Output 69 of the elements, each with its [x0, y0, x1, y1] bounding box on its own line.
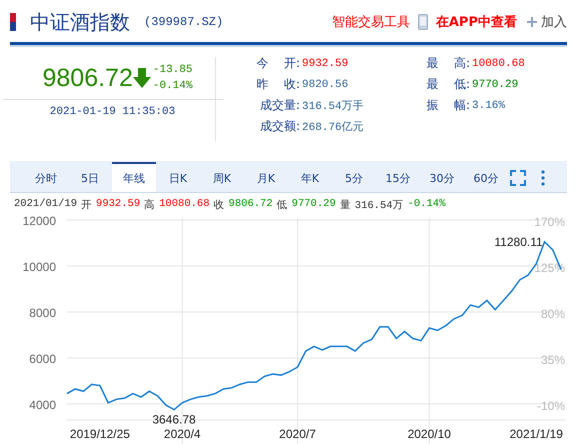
- more-icon[interactable]: [540, 170, 546, 186]
- period-tab[interactable]: 分时: [24, 164, 68, 192]
- stat-value: 9770.29: [472, 78, 518, 90]
- add-link[interactable]: 加入: [541, 13, 567, 31]
- stat-label: 最 高:: [426, 55, 470, 72]
- info-value: 9806.72: [228, 198, 273, 212]
- index-code: (399987.SZ): [144, 15, 224, 29]
- period-tab[interactable]: 5日: [68, 164, 112, 192]
- axis-label: 125%: [534, 260, 565, 275]
- stat-value: 10080.68: [472, 58, 525, 70]
- info-value: 10080.68: [159, 198, 210, 212]
- price-change: -13.85: [152, 63, 192, 78]
- stat-label: 振 幅:: [426, 97, 470, 114]
- stat-label: 今 开:: [256, 55, 300, 72]
- stat-value: 3.16%: [472, 100, 506, 112]
- flag-icon: [10, 13, 16, 31]
- axis-label: 2020/4: [164, 427, 201, 441]
- info-label: 高: [144, 198, 156, 212]
- axis-label: -10%: [536, 398, 565, 413]
- info-value: 9932.59: [96, 198, 140, 212]
- period-tab[interactable]: 年K: [288, 164, 332, 192]
- info-label: 低: [276, 198, 288, 212]
- price-annotation: 3646.78: [152, 412, 196, 427]
- phone-icon: [418, 14, 428, 30]
- axis-label: 2020/7: [279, 427, 316, 441]
- info-value: 9770.29: [292, 198, 336, 212]
- info-label: 开: [81, 199, 92, 212]
- axis-label: 4000: [29, 398, 56, 412]
- axis-label: 2021/1/19: [510, 427, 563, 441]
- axis-label: 6000: [29, 352, 56, 366]
- stat-label: 成交量:: [258, 97, 300, 114]
- app-link[interactable]: 在APP中查看: [436, 13, 517, 31]
- period-tab[interactable]: 年线: [112, 162, 156, 192]
- axis-label: 35%: [540, 352, 565, 367]
- period-tab[interactable]: 30分: [420, 164, 464, 192]
- stat-value: 268.76亿元: [302, 120, 364, 134]
- current-price: 9806.72: [42, 64, 133, 92]
- axis-label: 10000: [22, 260, 56, 274]
- period-tab[interactable]: 15分: [376, 164, 420, 192]
- stat-label: 最 低:: [426, 76, 470, 93]
- info-label: 2021/01/19: [14, 198, 78, 212]
- down-arrow-icon: [132, 68, 151, 88]
- info-label: 量: [340, 198, 351, 212]
- axis-label: 8000: [29, 306, 56, 320]
- axis-label: 80%: [540, 306, 565, 321]
- period-tab[interactable]: 日K: [156, 164, 200, 192]
- plus-icon: [527, 17, 537, 27]
- axis-label: 12000: [22, 214, 56, 228]
- info-label: 收: [214, 198, 225, 212]
- stat-label: 成交额:: [258, 118, 300, 135]
- stat-value: 9932.59: [302, 58, 348, 70]
- info-value: 316.54万: [354, 199, 404, 212]
- fullscreen-icon[interactable]: [510, 170, 526, 186]
- index-title: 中证酒指数: [30, 8, 130, 36]
- quote-time: 2021-01-19 11:35:03: [50, 106, 176, 118]
- trade-tool-link[interactable]: 智能交易工具: [332, 13, 410, 31]
- period-tab[interactable]: 月K: [244, 164, 288, 192]
- axis-label: 170%: [534, 215, 565, 229]
- stat-value: 9820.56: [302, 78, 348, 90]
- axis-label: 2019/12/25: [70, 427, 130, 441]
- stat-label: 昨 收:: [256, 76, 300, 93]
- info-value: -0.14%: [408, 198, 446, 212]
- period-tab[interactable]: 周K: [200, 164, 244, 192]
- axis-label: 2020/10: [408, 427, 451, 441]
- stat-value: 316.54万手: [302, 99, 364, 113]
- percent-change: -0.14%: [152, 79, 192, 94]
- period-tab[interactable]: 60分: [464, 164, 508, 192]
- price-annotation: 11280.11: [494, 234, 543, 249]
- period-tab[interactable]: 5分: [332, 164, 376, 192]
